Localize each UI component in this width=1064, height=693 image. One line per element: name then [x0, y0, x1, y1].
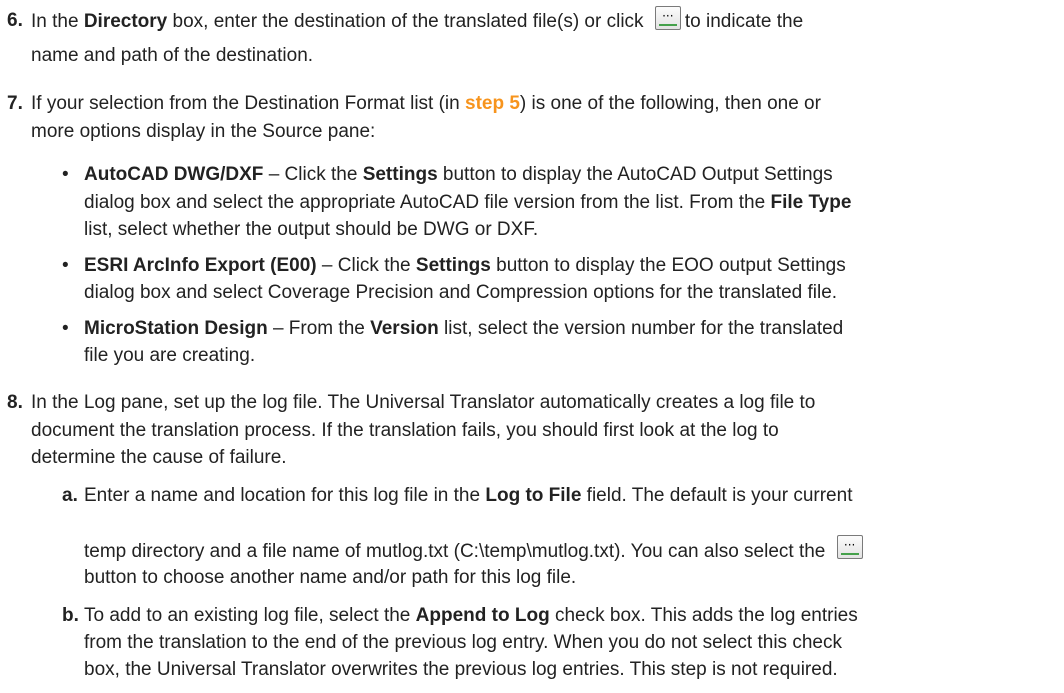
- browse-button[interactable]: ···: [836, 535, 863, 559]
- step-text: If your selection from the Destination F…: [31, 93, 821, 114]
- step-text: name and path of the destination.: [31, 45, 314, 66]
- step-number: 6.: [7, 10, 23, 31]
- step-number: 7.: [7, 93, 23, 114]
- step-text: more options display in the Source pane:: [31, 121, 376, 142]
- document-page: 6. In the Directory box, enter the desti…: [0, 0, 1064, 693]
- step-text: In the Directory box, enter the destinat…: [31, 6, 803, 34]
- browse-button[interactable]: ···: [654, 6, 681, 30]
- step-5-link[interactable]: step 5: [465, 93, 520, 114]
- step-number: 8.: [7, 392, 23, 413]
